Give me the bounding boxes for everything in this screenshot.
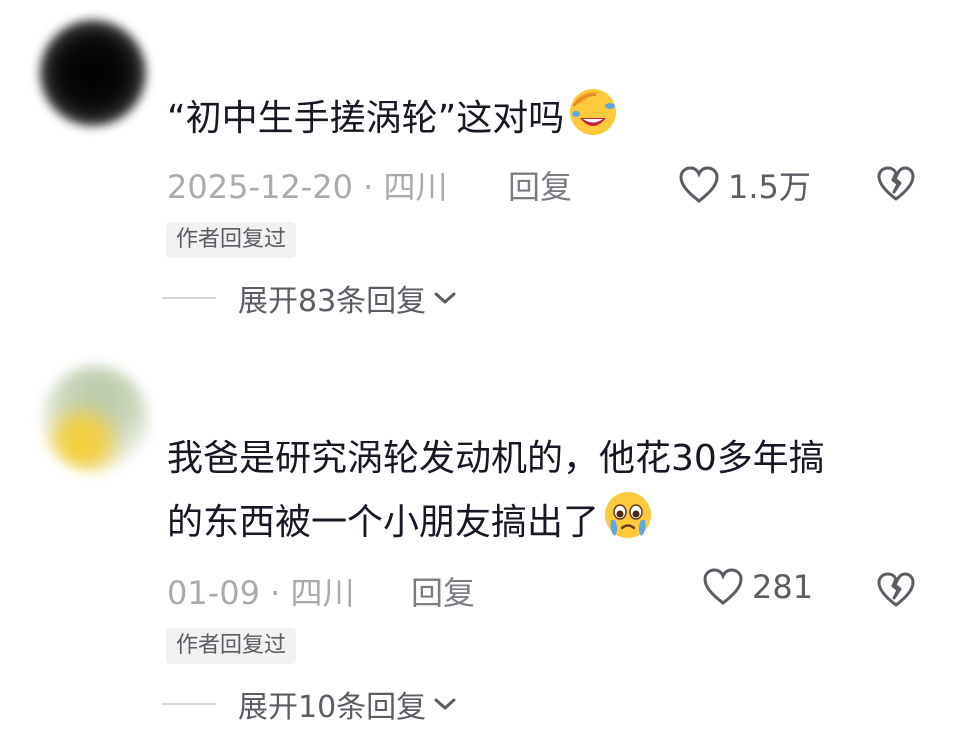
heart-icon [679, 166, 719, 203]
comment-text-content: “初中生手搓涡轮”这对吗 [167, 98, 565, 139]
divider-line [162, 703, 216, 705]
broken-heart-icon [877, 166, 915, 201]
meta-separator: · [270, 574, 281, 612]
like-count: 281 [752, 568, 814, 606]
avatar[interactable] [40, 20, 146, 126]
comment-date: 01-09 [167, 574, 260, 612]
dislike-button[interactable] [876, 572, 916, 612]
chevron-down-icon [434, 292, 456, 304]
comment-text: “初中生手搓涡轮”这对吗 [167, 84, 620, 160]
expand-replies-button[interactable]: 展开83条回复 [162, 276, 458, 320]
comment-date: 2025-12-20 [167, 168, 353, 206]
comment-text-line-1: 我爸是研究涡轮发动机的，他花30多年搞 [167, 438, 825, 479]
expand-replies-label: 展开83条回复 [238, 284, 427, 319]
comment-location: 四川 [290, 574, 355, 612]
chevron-down-icon [434, 698, 456, 710]
reply-button[interactable]: 回复 [508, 162, 572, 208]
like-count: 1.5万 [728, 168, 811, 206]
dislike-button[interactable] [876, 166, 916, 206]
avatar[interactable] [42, 366, 148, 472]
author-replied-badge: 作者回复过 [166, 222, 297, 258]
comment-text-line-2: 的东西被一个小朋友搞出了 [167, 488, 655, 564]
like-button[interactable]: 281 [702, 568, 813, 606]
divider-line [162, 297, 216, 299]
expand-replies-label: 展开10条回复 [238, 690, 427, 725]
crying-face-emoji-icon [601, 488, 655, 564]
reply-button[interactable]: 回复 [411, 568, 475, 614]
broken-heart-icon [877, 572, 915, 607]
meta-separator: · [363, 168, 374, 206]
comment-text-content: 的东西被一个小朋友搞出了 [167, 502, 600, 543]
like-button[interactable]: 1.5万 [678, 162, 811, 208]
facepalm-laughing-emoji-icon [566, 84, 620, 160]
comment-meta: 01-09 · 四川 回复 [167, 568, 475, 614]
author-replied-badge: 作者回复过 [166, 628, 297, 664]
heart-icon [703, 568, 743, 605]
comment-location: 四川 [383, 168, 448, 206]
comment-meta: 2025-12-20 · 四川 回复 [167, 162, 572, 208]
expand-replies-button[interactable]: 展开10条回复 [162, 682, 458, 726]
